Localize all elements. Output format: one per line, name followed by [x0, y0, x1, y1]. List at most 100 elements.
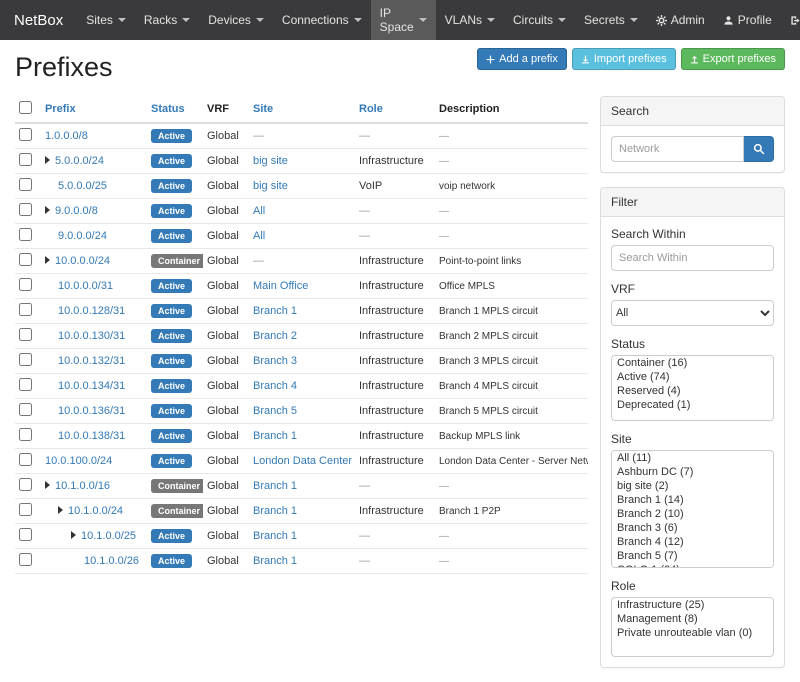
- row-checkbox[interactable]: [19, 303, 32, 316]
- nav-item-secrets[interactable]: Secrets: [575, 0, 647, 40]
- site-link[interactable]: All: [253, 205, 265, 217]
- prefix-link[interactable]: 10.1.0.0/24: [68, 505, 123, 517]
- site-link[interactable]: big site: [253, 155, 288, 167]
- site-link[interactable]: Branch 2: [253, 330, 297, 342]
- row-checkbox[interactable]: [19, 528, 32, 541]
- vrf-select[interactable]: All: [611, 300, 774, 326]
- select-all-checkbox[interactable]: [19, 101, 32, 114]
- search-within-input[interactable]: [611, 245, 774, 271]
- site-link[interactable]: Branch 1: [253, 430, 297, 442]
- row-checkbox[interactable]: [19, 378, 32, 391]
- prefix-link[interactable]: 1.0.0.0/8: [45, 130, 88, 142]
- site-link[interactable]: Branch 1: [253, 530, 297, 542]
- filter-option[interactable]: Ashburn DC (7): [612, 465, 773, 479]
- filter-option[interactable]: Active (74): [612, 370, 773, 384]
- prefix-link[interactable]: 10.1.0.0/25: [81, 530, 136, 542]
- site-link[interactable]: Branch 3: [253, 355, 297, 367]
- prefix-link[interactable]: 10.0.0.136/31: [58, 405, 125, 417]
- filter-option[interactable]: Deprecated (1): [612, 398, 773, 412]
- filter-option[interactable]: Private unrouteable vlan (0): [612, 626, 773, 640]
- prefix-link[interactable]: 10.0.0.132/31: [58, 355, 125, 367]
- expand-toggle-icon[interactable]: [58, 506, 63, 514]
- site-listbox[interactable]: All (11)Ashburn DC (7)big site (2)Branch…: [611, 450, 774, 568]
- nav-item-connections[interactable]: Connections: [273, 0, 371, 40]
- row-checkbox[interactable]: [19, 153, 32, 166]
- nav-item-admin[interactable]: Admin: [647, 0, 714, 40]
- prefix-link[interactable]: 9.0.0.0/8: [55, 205, 98, 217]
- site-link[interactable]: big site: [253, 180, 288, 192]
- import-prefixes-button[interactable]: Import prefixes: [572, 48, 676, 70]
- site-link[interactable]: Branch 1: [253, 505, 297, 517]
- site-link[interactable]: Branch 1: [253, 480, 297, 492]
- row-checkbox[interactable]: [19, 253, 32, 266]
- row-checkbox[interactable]: [19, 403, 32, 416]
- nav-item-log-out[interactable]: Log out: [781, 0, 800, 40]
- search-input[interactable]: [611, 136, 744, 162]
- site-link[interactable]: Branch 1: [253, 305, 297, 317]
- prefix-link[interactable]: 10.0.0.0/24: [55, 255, 110, 267]
- status-listbox[interactable]: Container (16)Active (74)Reserved (4)Dep…: [611, 355, 774, 421]
- prefix-link[interactable]: 10.0.0.128/31: [58, 305, 125, 317]
- filter-option[interactable]: Infrastructure (25): [612, 598, 773, 612]
- nav-item-profile[interactable]: Profile: [714, 0, 781, 40]
- nav-item-ip-space[interactable]: IP Space: [371, 0, 436, 40]
- row-checkbox[interactable]: [19, 128, 32, 141]
- row-checkbox[interactable]: [19, 503, 32, 516]
- prefix-link[interactable]: 10.0.0.134/31: [58, 380, 125, 392]
- prefix-link[interactable]: 5.0.0.0/25: [58, 180, 107, 192]
- filter-option[interactable]: Branch 2 (10): [612, 507, 773, 521]
- row-checkbox[interactable]: [19, 553, 32, 566]
- filter-option[interactable]: big site (2): [612, 479, 773, 493]
- row-checkbox[interactable]: [19, 178, 32, 191]
- expand-toggle-icon[interactable]: [45, 156, 50, 164]
- search-button[interactable]: [744, 136, 774, 162]
- prefix-link[interactable]: 10.1.0.0/26: [84, 555, 139, 567]
- prefix-link[interactable]: 5.0.0.0/24: [55, 155, 104, 167]
- export-prefixes-button[interactable]: Export prefixes: [681, 48, 785, 70]
- filter-option[interactable]: All (11): [612, 451, 773, 465]
- row-checkbox[interactable]: [19, 453, 32, 466]
- site-link[interactable]: London Data Center: [253, 455, 352, 467]
- expand-toggle-icon[interactable]: [45, 206, 50, 214]
- row-checkbox[interactable]: [19, 228, 32, 241]
- nav-item-sites[interactable]: Sites: [77, 0, 135, 40]
- site-link[interactable]: All: [253, 230, 265, 242]
- prefix-link[interactable]: 10.0.0.0/31: [58, 280, 113, 292]
- expand-toggle-icon[interactable]: [45, 256, 50, 264]
- filter-option[interactable]: Branch 3 (6): [612, 521, 773, 535]
- prefix-link[interactable]: 10.0.100.0/24: [45, 455, 112, 467]
- nav-item-vlans[interactable]: VLANs: [436, 0, 504, 40]
- site-link[interactable]: Branch 1: [253, 555, 297, 567]
- row-checkbox[interactable]: [19, 478, 32, 491]
- column-header-site[interactable]: Site: [249, 96, 355, 123]
- filter-option[interactable]: Reserved (4): [612, 384, 773, 398]
- column-header-status[interactable]: Status: [147, 96, 203, 123]
- row-checkbox[interactable]: [19, 353, 32, 366]
- add-a-prefix-button[interactable]: Add a prefix: [477, 48, 567, 70]
- row-checkbox[interactable]: [19, 428, 32, 441]
- filter-option[interactable]: Management (8): [612, 612, 773, 626]
- filter-option[interactable]: Container (16): [612, 356, 773, 370]
- prefix-link[interactable]: 10.0.0.138/31: [58, 430, 125, 442]
- brand-link[interactable]: NetBox: [0, 0, 77, 40]
- nav-item-devices[interactable]: Devices: [199, 0, 273, 40]
- expand-toggle-icon[interactable]: [71, 531, 76, 539]
- site-link[interactable]: Main Office: [253, 280, 308, 292]
- expand-toggle-icon[interactable]: [45, 481, 50, 489]
- prefix-link[interactable]: 10.1.0.0/16: [55, 480, 110, 492]
- filter-option[interactable]: Branch 4 (12): [612, 535, 773, 549]
- role-listbox[interactable]: Infrastructure (25)Management (8)Private…: [611, 597, 774, 657]
- prefix-link[interactable]: 9.0.0.0/24: [58, 230, 107, 242]
- site-link[interactable]: Branch 4: [253, 380, 297, 392]
- filter-option[interactable]: Branch 5 (7): [612, 549, 773, 563]
- column-header-prefix[interactable]: Prefix: [41, 96, 147, 123]
- nav-item-racks[interactable]: Racks: [135, 0, 199, 40]
- filter-option[interactable]: Branch 1 (14): [612, 493, 773, 507]
- site-link[interactable]: Branch 5: [253, 405, 297, 417]
- row-checkbox[interactable]: [19, 328, 32, 341]
- filter-option[interactable]: COLO 1 (24): [612, 563, 773, 568]
- nav-item-circuits[interactable]: Circuits: [504, 0, 575, 40]
- row-checkbox[interactable]: [19, 203, 32, 216]
- row-checkbox[interactable]: [19, 278, 32, 291]
- prefix-link[interactable]: 10.0.0.130/31: [58, 330, 125, 342]
